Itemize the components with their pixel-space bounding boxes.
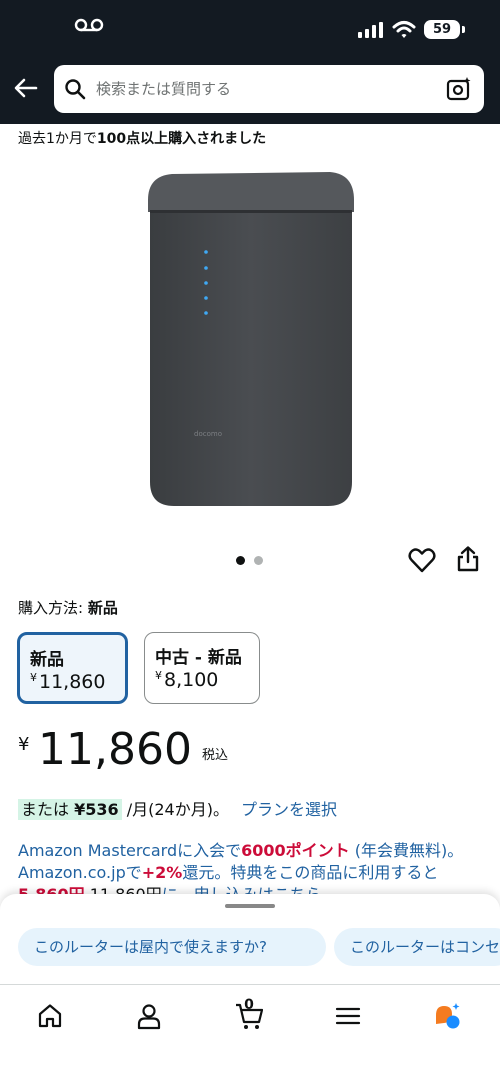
option-price: ¥11,860 xyxy=(30,671,105,693)
search-icon xyxy=(65,79,86,100)
back-arrow-icon[interactable] xyxy=(12,74,40,102)
select-plan-link[interactable]: プランを選択 xyxy=(241,800,337,819)
monthly-suffix: /月(24か月)。 xyxy=(121,800,229,819)
nav-rufus[interactable] xyxy=(422,995,472,1045)
search-box[interactable] xyxy=(54,65,484,113)
battery-indicator: 59 xyxy=(424,20,465,39)
purchase-note-bold: 100点以上購入されました xyxy=(96,131,267,147)
rufus-icon xyxy=(436,1003,460,1029)
promo-text: 還元。特典をこの商品に利用すると xyxy=(182,863,439,882)
suggestion-chip[interactable]: このルーターは屋内で使えますか? xyxy=(18,928,326,966)
bottom-nav: 0 xyxy=(0,984,500,1081)
price-currency: ¥ xyxy=(18,734,30,755)
option-price: ¥8,100 xyxy=(155,669,218,691)
rufus-suggestion-sheet: このルーターは屋内で使えますか? このルーターはコンセント不要ですか? xyxy=(0,894,500,984)
purchase-method-value: 新品 xyxy=(87,599,118,617)
product-image[interactable]: docomo xyxy=(148,170,354,510)
price-tax-label: 税込 xyxy=(202,748,229,763)
suggestion-chip[interactable]: このルーターはコンセント不要ですか? xyxy=(334,928,500,966)
option-currency: ¥ xyxy=(30,671,37,684)
purchase-method: 購入方法: 新品 xyxy=(18,597,118,618)
search-header xyxy=(0,62,500,124)
option-currency: ¥ xyxy=(155,669,162,682)
voicemail-icon xyxy=(74,18,104,32)
promo-points: 6000ポイント xyxy=(241,841,350,860)
signal-icon xyxy=(358,22,383,38)
account-icon xyxy=(137,1004,161,1030)
menu-icon xyxy=(335,1007,361,1025)
battery-level: 59 xyxy=(432,22,452,37)
camera-search-icon[interactable] xyxy=(446,76,472,102)
price-value: 11,860 xyxy=(38,724,192,775)
monthly-plan: または ¥536 /月(24か月)。 プランを選択 xyxy=(18,796,337,820)
carousel-dot[interactable] xyxy=(236,556,245,565)
promo-bonus: +2% xyxy=(141,863,183,882)
option-price-value: 11,860 xyxy=(39,671,106,693)
nav-account[interactable] xyxy=(124,995,174,1045)
nav-home[interactable] xyxy=(25,995,75,1045)
option-title: 新品 xyxy=(30,650,64,670)
nav-cart[interactable]: 0 xyxy=(224,995,274,1045)
cart-count: 0 xyxy=(244,997,254,1013)
home-icon xyxy=(38,1004,62,1028)
monthly-highlight: または ¥536 xyxy=(18,799,122,820)
purchase-note-prefix: 過去1か月で xyxy=(18,131,97,147)
monthly-prefix: または xyxy=(21,800,75,819)
monthly-amount: ¥536 xyxy=(74,800,119,819)
promo-text: Amazon Mastercardに入会で xyxy=(18,841,242,860)
option-new[interactable]: 新品 ¥11,860 xyxy=(17,632,128,704)
purchase-count-note: 過去1か月で100点以上購入されました xyxy=(18,128,266,148)
option-title: 中古 - 新品 xyxy=(155,648,242,668)
product-brand-text: docomo xyxy=(194,430,222,438)
heart-icon[interactable] xyxy=(408,546,436,574)
status-bar: 59 xyxy=(0,0,500,62)
carousel-dot[interactable] xyxy=(254,556,263,565)
option-price-value: 8,100 xyxy=(164,669,219,691)
purchase-method-label: 購入方法: xyxy=(18,599,88,617)
share-icon[interactable] xyxy=(456,545,480,573)
option-used[interactable]: 中古 - 新品 ¥8,100 xyxy=(144,632,260,704)
search-input[interactable] xyxy=(96,65,436,113)
sheet-drag-handle[interactable] xyxy=(225,904,275,908)
wifi-icon xyxy=(392,21,416,38)
image-carousel-dots[interactable] xyxy=(236,556,266,566)
nav-menu[interactable] xyxy=(323,995,373,1045)
